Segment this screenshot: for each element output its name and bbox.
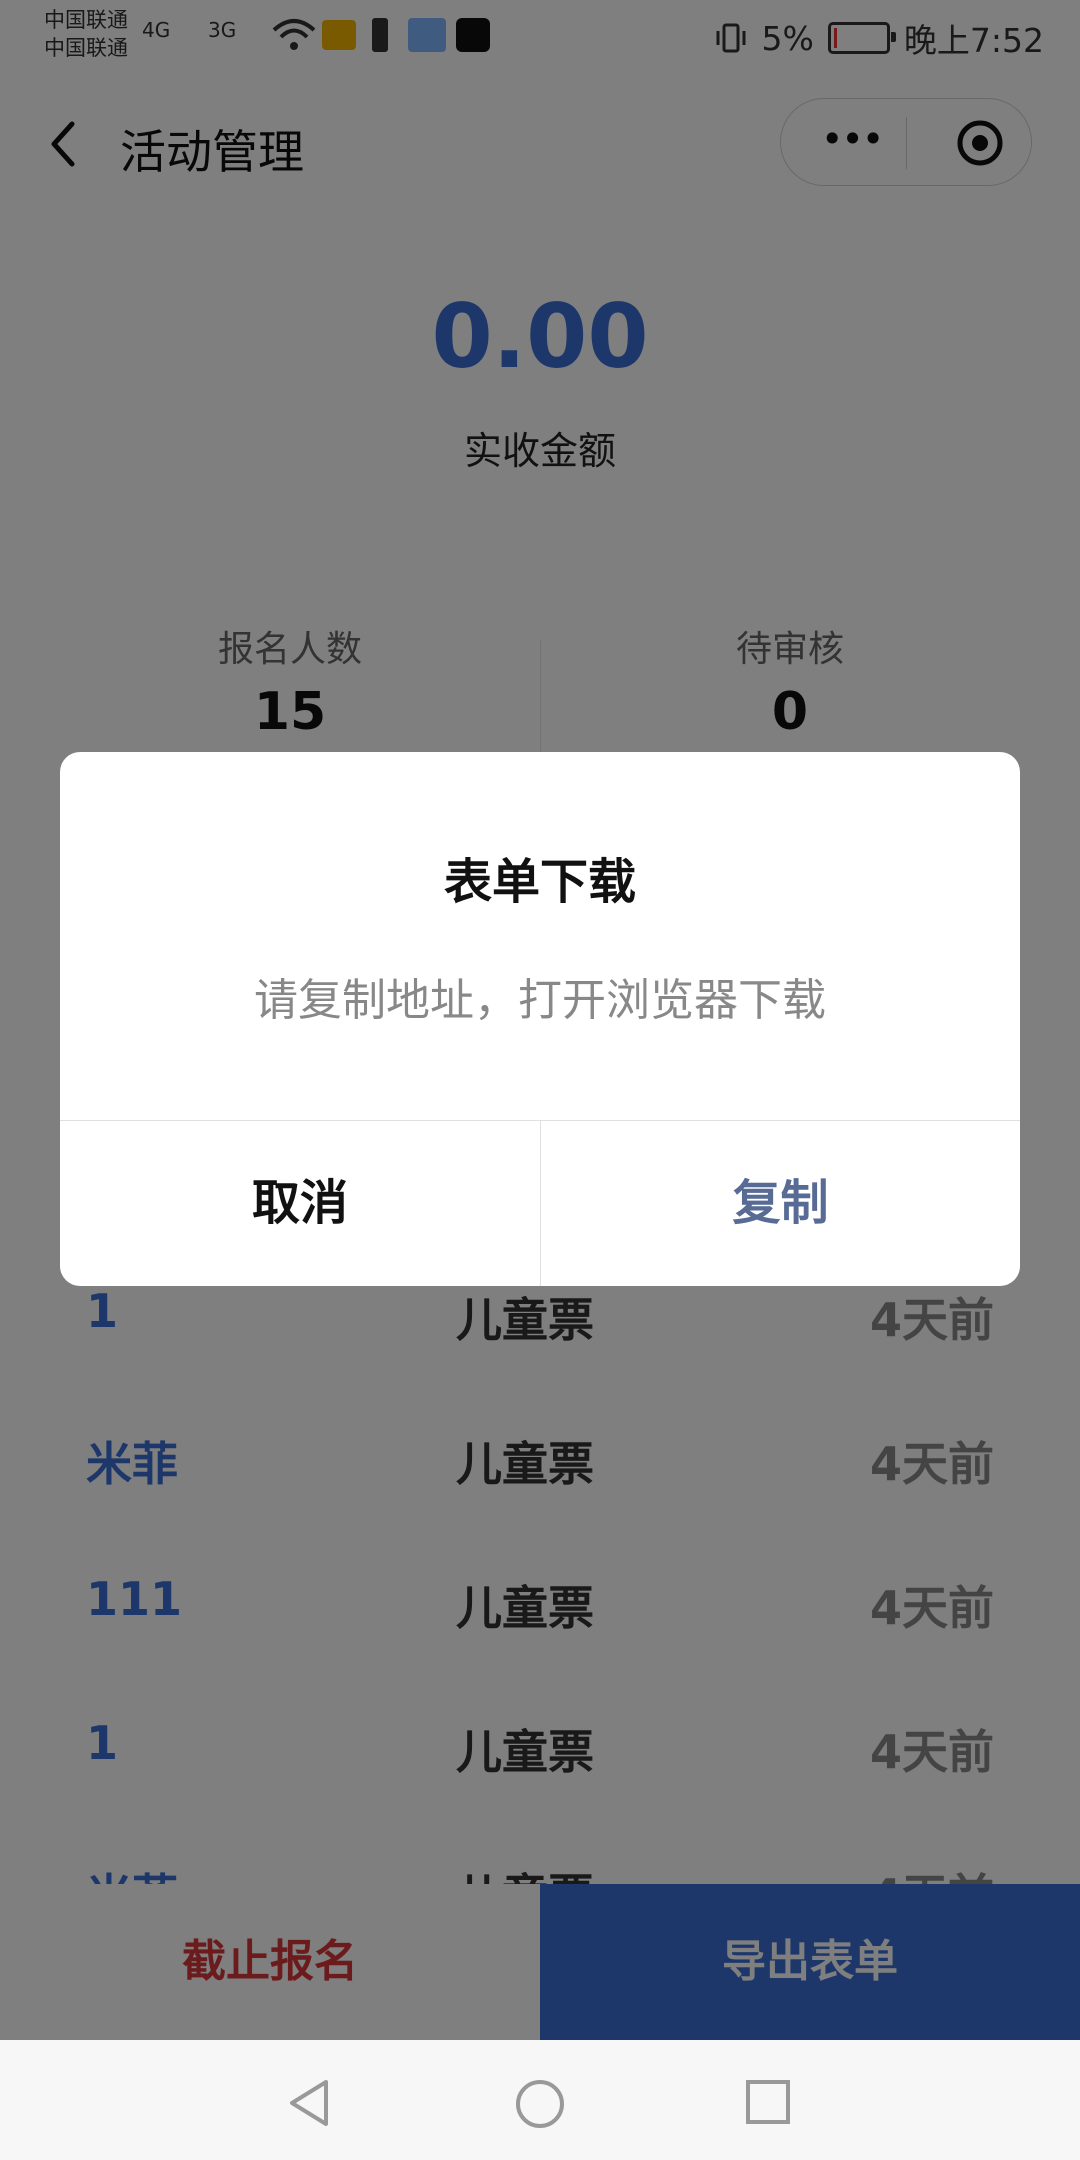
system-home-icon[interactable]	[514, 2078, 566, 2130]
cancel-button[interactable]: 取消	[60, 1121, 540, 1286]
system-nav-bar	[0, 2040, 1080, 2160]
form-download-dialog: 表单下载 请复制地址，打开浏览器下载 取消 复制	[60, 752, 1020, 1286]
dialog-message: 请复制地址，打开浏览器下载	[254, 975, 826, 1026]
copy-button[interactable]: 复制	[541, 1121, 1020, 1286]
system-back-icon[interactable]	[286, 2078, 332, 2128]
dialog-title: 表单下载	[443, 854, 636, 910]
system-recents-icon[interactable]	[744, 2078, 792, 2126]
